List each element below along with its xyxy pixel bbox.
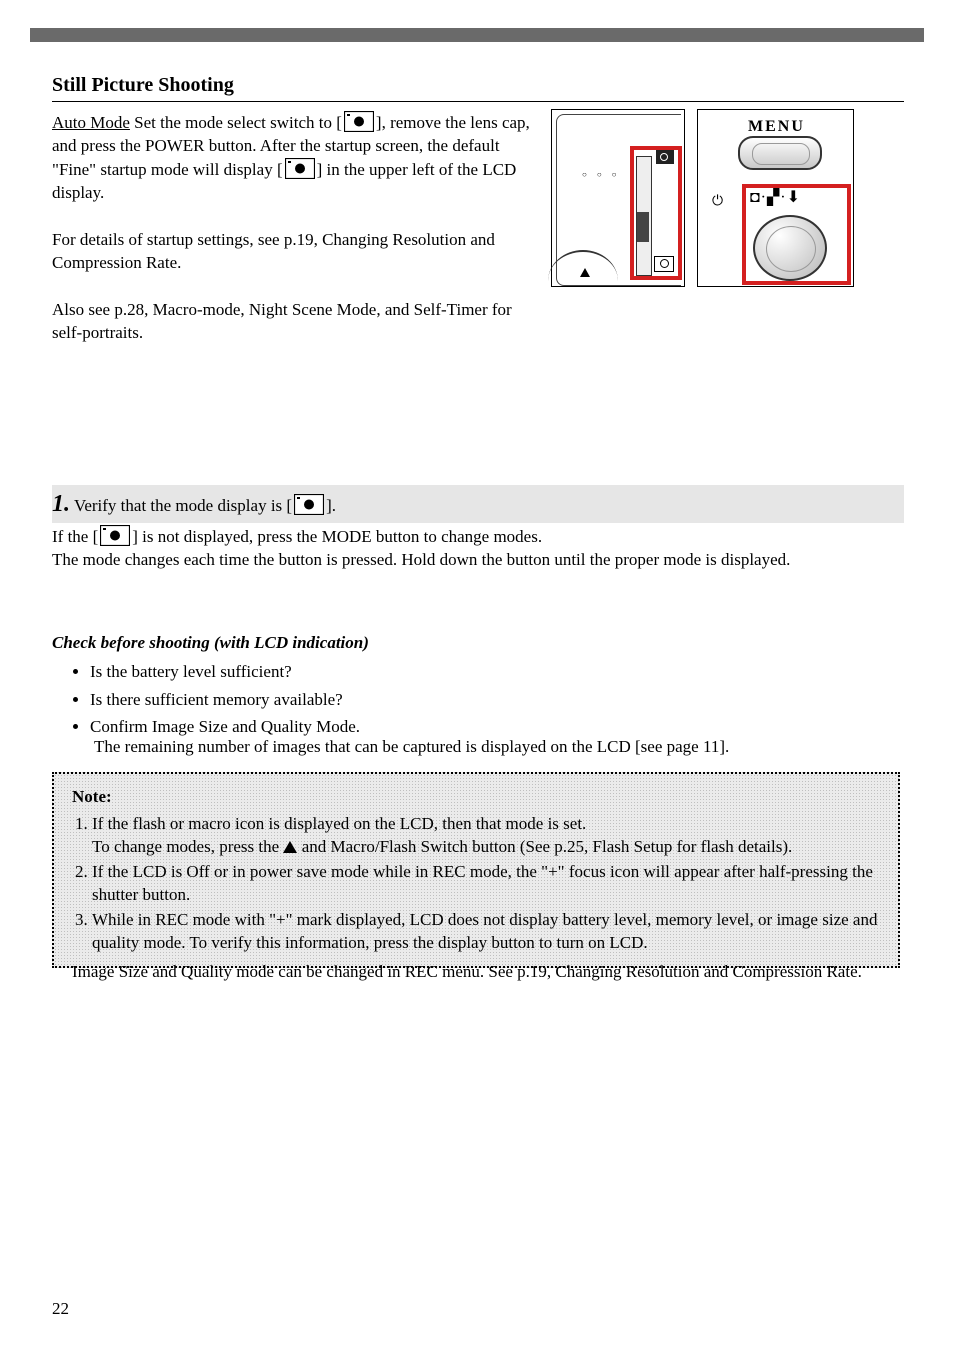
figure-camera-back: ○ ○ ○ [551, 109, 685, 287]
step-1-body: If the [ ] is not displayed, press the MO… [52, 525, 904, 572]
step-head-text-a: Verify that the mode display is [ [70, 496, 292, 515]
intro-line-3: display [ [224, 160, 283, 179]
arrow-up-icon [283, 841, 297, 853]
power-icon: ⏻ [712, 193, 723, 212]
check-item-2: Is there sufficient memory available? [90, 687, 928, 713]
check-heading: Check before shooting (with LCD indicati… [52, 632, 369, 655]
highlight-mode-button [742, 184, 851, 285]
check-sub-2: Image Size and Quality mode can be chang… [72, 961, 880, 984]
indicator-dots: ○ ○ ○ [582, 170, 621, 181]
step-1-head: 1. Verify that the mode display is []. [52, 485, 904, 523]
note-item-1: If the flash or macro icon is displayed … [92, 813, 880, 859]
highlight-switch [630, 146, 682, 280]
camera-icon [285, 158, 315, 179]
camera-icon [294, 494, 324, 515]
intro-line-6: Also see p.28, Macro-mode, Night Scene M… [52, 299, 540, 345]
arrow-up-icon [580, 268, 590, 277]
auto-mode-label: Auto Mode [52, 113, 130, 132]
section-header: Still Picture Shooting [52, 72, 904, 102]
note-title: Note: [72, 786, 880, 809]
step-body-b: ] is not displayed, press the MODE butto… [132, 527, 542, 546]
check-sub-list: The remaining number of images that can … [94, 736, 904, 759]
section-title: Still Picture Shooting [52, 72, 904, 99]
figure-camera-top: MENU ⏻ ◘·▞·⬇ [697, 109, 854, 287]
note-list: If the flash or macro icon is displayed … [72, 813, 880, 955]
intro-line-1a: Set the mode select switch to [ [130, 113, 342, 132]
check-list: Is the battery level sufficient? Is ther… [66, 657, 928, 742]
step-body-a: If the [ [52, 527, 98, 546]
step-body-c: The mode changes each time the button is… [52, 549, 904, 572]
step-1: 1. Verify that the mode display is []. I… [52, 485, 904, 572]
note-1b: To change modes, press the [92, 837, 283, 856]
check-item-1: Is the battery level sufficient? [90, 659, 928, 685]
note-box: Note: If the flash or macro icon is disp… [52, 772, 900, 968]
intro-line-5: For details of startup settings, see p.1… [52, 229, 540, 275]
figure-row: ○ ○ ○ MENU ⏻ ◘·▞·⬇ [551, 109, 854, 287]
step-number: 1. [52, 491, 70, 517]
page-number: 22 [52, 1298, 69, 1321]
menu-button [738, 136, 822, 170]
header-bar [30, 28, 924, 42]
note-1a: If the flash or macro icon is displayed … [92, 814, 586, 833]
menu-label: MENU [748, 116, 805, 138]
camera-icon [344, 111, 374, 132]
note-1c: and Macro/Flash Switch button (See p.25,… [297, 837, 792, 856]
intro-text: Auto Mode Set the mode select switch to … [52, 111, 540, 345]
camera-icon [100, 525, 130, 546]
control-wheel [548, 250, 618, 312]
section-rule [52, 101, 904, 102]
step-head-text-b: ]. [326, 496, 336, 515]
check-sub-1: The remaining number of images that can … [94, 736, 904, 759]
note-item-3: While in REC mode with "+" mark displaye… [92, 909, 880, 955]
note-item-2: If the LCD is Off or in power save mode … [92, 861, 880, 907]
